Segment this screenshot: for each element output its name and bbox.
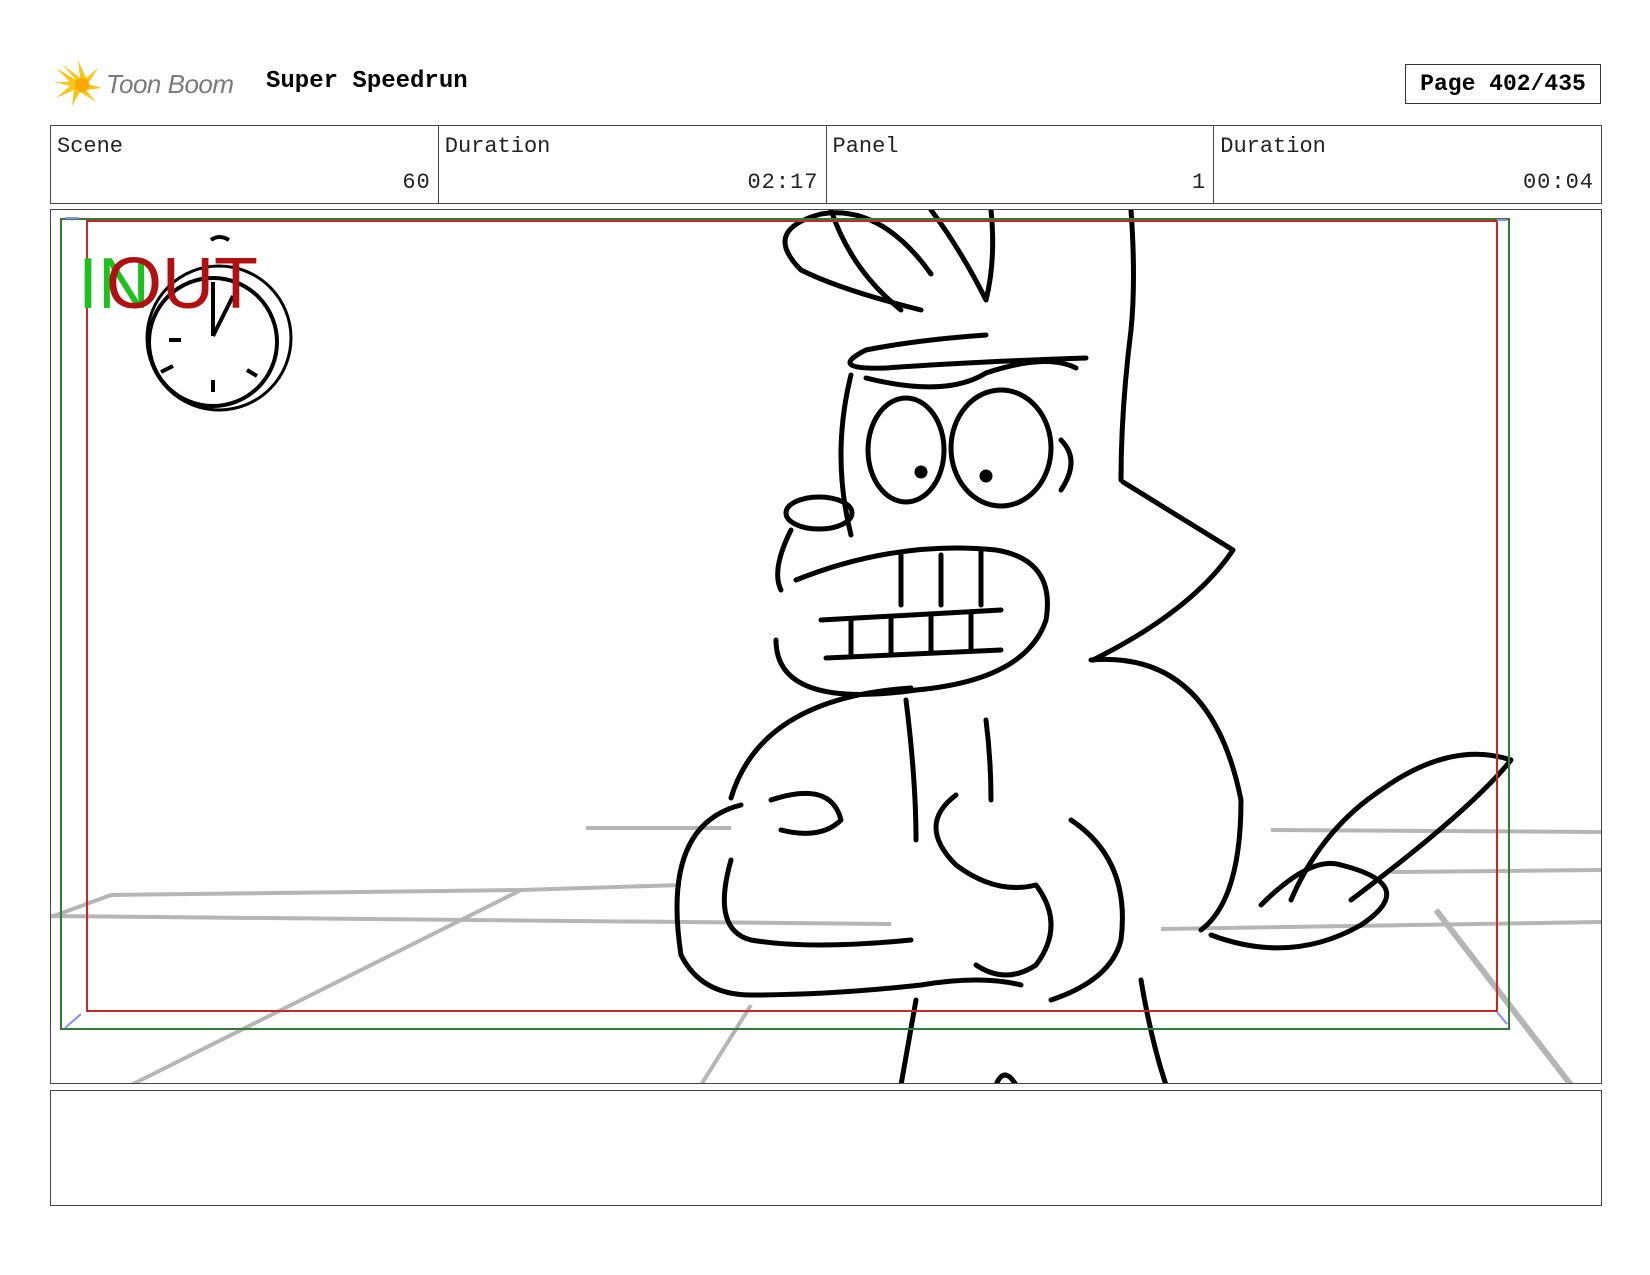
floor-grid <box>51 826 1601 1083</box>
scene-label: Scene <box>57 134 124 159</box>
panel-value: 1 <box>1192 170 1207 195</box>
scene-value: 60 <box>402 170 431 195</box>
frame-corner-markers <box>64 217 1508 1029</box>
toon-boom-burst-icon <box>54 60 102 106</box>
panel-notes-box <box>50 1090 1602 1206</box>
out-marker: OUT <box>106 244 258 324</box>
storyboard-drawing <box>51 210 1601 1083</box>
panel-label: Panel <box>832 134 899 159</box>
scene-duration-label: Duration <box>444 134 551 159</box>
scene-duration-value: 02:17 <box>747 170 819 195</box>
panel-duration-label: Duration <box>1220 134 1326 159</box>
storyboard-panel-frame: IN OUT <box>50 209 1602 1084</box>
scene-duration-cell: Duration 02:17 <box>439 126 827 203</box>
project-title: Super Speedrun <box>266 68 468 95</box>
chicken-character-sketch <box>674 210 1514 1083</box>
panel-cell: Panel 1 <box>827 126 1215 203</box>
page-label: Page 402/435 <box>1420 71 1586 97</box>
page-indicator: Page 402/435 <box>1405 64 1601 104</box>
panel-duration-cell: Duration 00:04 <box>1214 126 1601 203</box>
toon-boom-logo: Toon Boom <box>52 56 252 112</box>
scene-info-row: Scene 60 Duration 02:17 Panel 1 Duration… <box>50 125 1602 204</box>
panel-duration-value: 00:04 <box>1522 170 1594 195</box>
logo-text: Toon Boom <box>106 68 234 99</box>
scene-cell: Scene 60 <box>51 126 439 203</box>
